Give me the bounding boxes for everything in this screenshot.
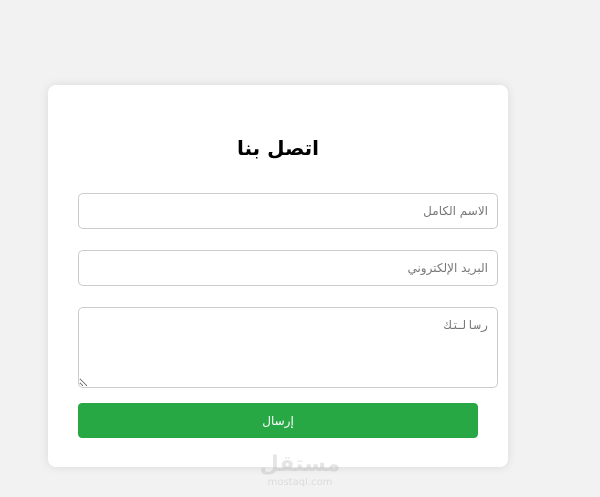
submit-button[interactable]: إرسال	[78, 403, 478, 438]
mostaql-watermark: مستقل mostaql.com	[250, 452, 350, 489]
form-title: اتصل بنا	[236, 136, 320, 160]
page: { "form": { "title": "اتصل بنا", "name_p…	[0, 0, 600, 497]
watermark-domain: mostaql.com	[267, 477, 333, 488]
email-input[interactable]	[78, 250, 498, 286]
contact-form-card: اتصل بنا إرسال	[48, 85, 508, 467]
message-textarea[interactable]	[78, 307, 498, 388]
full-name-input[interactable]	[78, 193, 498, 229]
watermark-logo: مستقل	[259, 452, 341, 477]
